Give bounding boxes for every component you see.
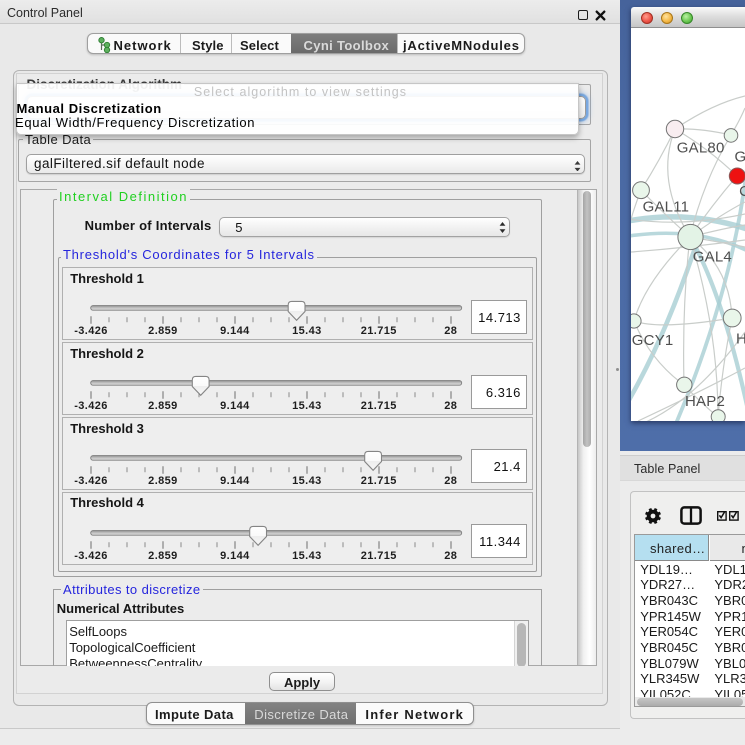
svg-text:GAL4: GAL4 [693, 249, 732, 266]
svg-text:28: 28 [445, 475, 458, 487]
svg-text:21.715: 21.715 [361, 325, 397, 337]
svg-text:15.43: 15.43 [292, 400, 322, 412]
svg-text:21.715: 21.715 [361, 475, 397, 487]
svg-text:15.43: 15.43 [292, 325, 322, 337]
svg-text:2.859: 2.859 [148, 400, 178, 412]
svg-text:9.144: 9.144 [220, 475, 250, 487]
svg-text:GAL80: GAL80 [677, 140, 725, 157]
svg-text:15.43: 15.43 [292, 549, 322, 561]
svg-text:2.859: 2.859 [148, 325, 178, 337]
svg-text:21.715: 21.715 [361, 549, 397, 561]
svg-text:GA: GA [735, 149, 745, 166]
svg-text:-3.426: -3.426 [75, 400, 109, 412]
svg-text:28: 28 [445, 400, 458, 412]
svg-text:GCY1: GCY1 [632, 332, 674, 349]
svg-text:15.43: 15.43 [292, 475, 322, 487]
svg-text:21.715: 21.715 [361, 400, 397, 412]
svg-text:C: C [739, 183, 745, 200]
svg-text:-3.426: -3.426 [75, 325, 109, 337]
svg-text:2.859: 2.859 [148, 549, 178, 561]
svg-text:28: 28 [445, 325, 458, 337]
svg-text:HAP2: HAP2 [685, 393, 725, 410]
svg-text:9.144: 9.144 [220, 400, 250, 412]
svg-text:GAL11: GAL11 [643, 199, 690, 216]
svg-text:2.859: 2.859 [148, 475, 178, 487]
svg-text:H: H [736, 331, 745, 348]
svg-text:28: 28 [445, 549, 458, 561]
svg-text:-3.426: -3.426 [75, 549, 109, 561]
svg-text:-3.426: -3.426 [75, 475, 109, 487]
svg-text:9.144: 9.144 [220, 549, 250, 561]
svg-text:9.144: 9.144 [220, 325, 250, 337]
